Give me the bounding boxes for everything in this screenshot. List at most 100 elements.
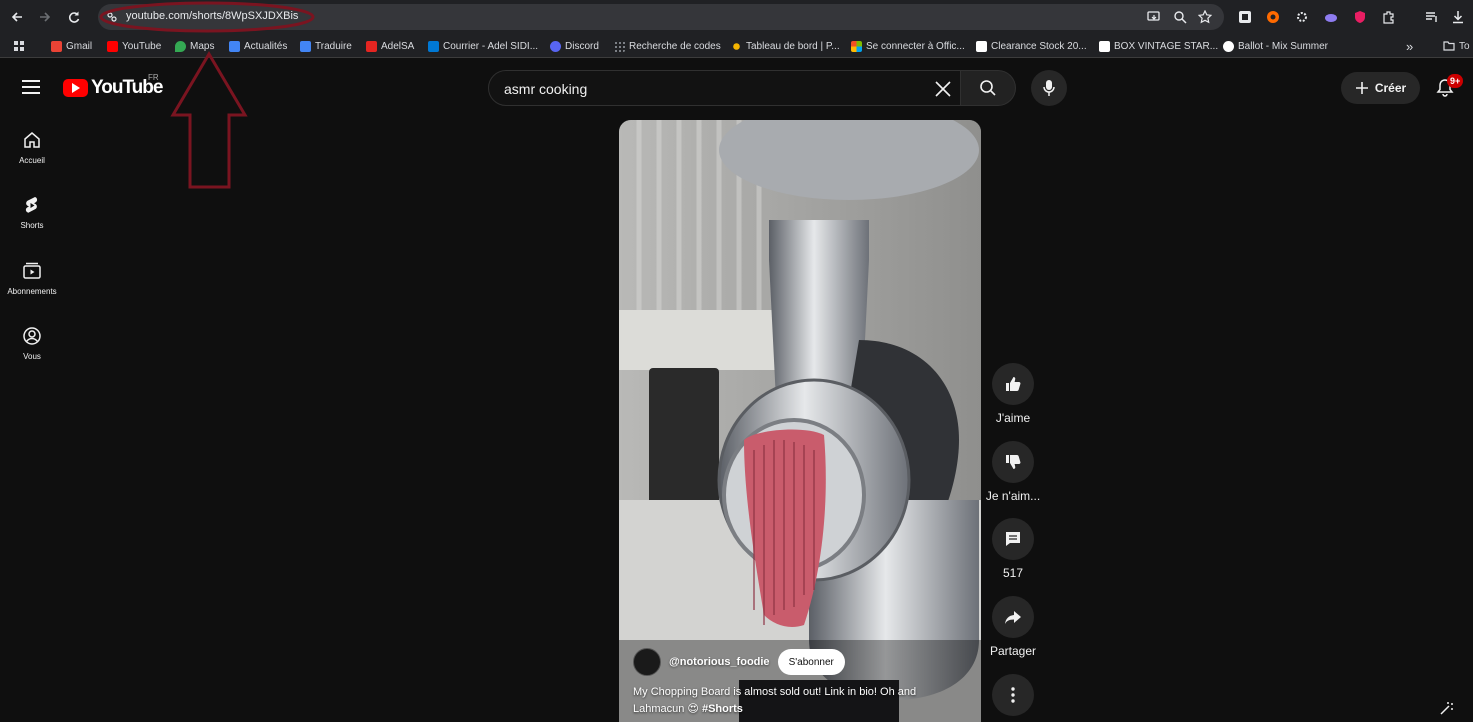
bookmarks-folder[interactable]: To xyxy=(1443,39,1470,53)
like-button[interactable] xyxy=(992,363,1034,405)
shorts-icon xyxy=(25,197,38,213)
address-bar[interactable]: youtube.com/shorts/8WpSXJDXBis xyxy=(98,4,1224,30)
bookmark-clearance[interactable]: Clearance Stock 20... xyxy=(976,39,1087,53)
dislike-action[interactable]: Je n'aim... xyxy=(985,441,1041,503)
bookmark-office[interactable]: Se connecter à Offic... xyxy=(851,39,965,53)
bookmark-discord[interactable]: Discord xyxy=(550,39,599,53)
arrow-right-icon xyxy=(40,12,51,22)
sidebar-item-shorts[interactable]: Shorts xyxy=(0,195,64,230)
search-query[interactable]: asmr cooking xyxy=(504,81,587,97)
bookmark-tableau-de-bord[interactable]: Tableau de bord | P... xyxy=(731,39,840,53)
bookmarks-overflow[interactable]: » xyxy=(1406,39,1413,54)
download-icon[interactable] xyxy=(1450,9,1466,25)
avatar[interactable] xyxy=(633,648,661,676)
country-code: FR xyxy=(148,73,159,82)
comment-icon xyxy=(1006,532,1020,546)
microsoft-icon xyxy=(851,40,862,52)
outlook-icon xyxy=(428,40,439,52)
extensions-puzzle-icon[interactable] xyxy=(1381,9,1397,25)
apps-grid-icon[interactable] xyxy=(14,39,25,53)
more-action[interactable] xyxy=(985,674,1041,716)
discord-icon xyxy=(550,40,561,52)
share-button[interactable] xyxy=(992,596,1034,638)
install-app-icon[interactable] xyxy=(1146,9,1162,25)
forward-button[interactable] xyxy=(36,8,54,26)
like-action[interactable]: J'aime xyxy=(985,363,1041,425)
bookmark-box-vintage[interactable]: BOX VINTAGE STAR... xyxy=(1099,39,1218,53)
dots-icon xyxy=(614,40,625,52)
bookmark-adelsa[interactable]: AdelSA xyxy=(366,39,414,53)
search-button[interactable] xyxy=(961,70,1016,106)
arrow-left-icon xyxy=(11,12,22,22)
extension-purple-icon[interactable] xyxy=(1323,9,1339,25)
extension-gear-icon[interactable] xyxy=(1294,9,1310,25)
microphone-icon xyxy=(1043,80,1055,96)
url-text[interactable]: youtube.com/shorts/8WpSXJDXBis xyxy=(126,10,298,22)
music-icon xyxy=(1223,40,1234,52)
translate-icon xyxy=(300,40,311,52)
box-icon xyxy=(1099,40,1110,52)
news-icon xyxy=(229,40,240,52)
bookmark-traduire[interactable]: Traduire xyxy=(300,39,352,53)
comments-action[interactable]: 517 xyxy=(985,518,1041,580)
folder-icon xyxy=(1443,41,1455,51)
back-button[interactable] xyxy=(8,8,26,26)
browser-toolbar: youtube.com/shorts/8WpSXJDXBis xyxy=(0,0,1473,34)
brave-extension-icon[interactable] xyxy=(1265,9,1281,25)
close-icon[interactable] xyxy=(933,79,953,99)
subscribe-button[interactable]: S'abonner xyxy=(777,649,845,675)
caption-text: My Chopping Board is almost sold out! Li… xyxy=(633,686,917,715)
reload-button[interactable] xyxy=(65,8,83,26)
more-vertical-icon xyxy=(1011,687,1015,703)
bookmark-maps[interactable]: Maps xyxy=(175,39,214,53)
star-sparkle-icon xyxy=(733,42,740,50)
video-caption: My Chopping Board is almost sold out! Li… xyxy=(633,684,963,718)
youtube-play-icon xyxy=(63,79,88,97)
bookmarks-bar: Gmail YouTube Maps Actualités Traduire A… xyxy=(0,34,1473,58)
bookmark-courrier[interactable]: Courrier - Adel SIDI... xyxy=(428,39,538,53)
bookmark-actualites[interactable]: Actualités xyxy=(229,39,287,53)
hashtag-link[interactable]: #Shorts xyxy=(702,703,743,715)
bookmark-youtube[interactable]: YouTube xyxy=(107,39,161,53)
media-queue-icon[interactable] xyxy=(1424,9,1440,25)
sidebar-item-accueil[interactable]: Accueil xyxy=(0,130,64,165)
create-button[interactable]: Créer xyxy=(1341,72,1420,104)
dislike-button[interactable] xyxy=(992,441,1034,483)
share-arrow-icon xyxy=(1005,611,1021,624)
video-frame xyxy=(619,120,981,722)
box-icon xyxy=(976,40,987,52)
subscriptions-icon xyxy=(23,262,41,279)
adelsa-icon xyxy=(366,40,377,52)
comments-button[interactable] xyxy=(992,518,1034,560)
search-input[interactable]: asmr cooking xyxy=(488,70,961,106)
voice-search-button[interactable] xyxy=(1031,70,1067,106)
youtube-page: YouTube FR asmr cooking Créer 9+ Accueil… xyxy=(0,58,1473,722)
extension-shield-icon[interactable] xyxy=(1352,9,1368,25)
channel-name[interactable]: @notorious_foodie xyxy=(669,656,770,668)
maps-icon xyxy=(175,40,186,52)
site-info-icon[interactable] xyxy=(106,11,118,23)
you-icon xyxy=(23,327,41,345)
magic-wand-icon[interactable] xyxy=(1439,700,1455,716)
sidebar-item-vous[interactable]: Vous xyxy=(0,326,64,361)
bookmark-gmail[interactable]: Gmail xyxy=(51,39,92,53)
gmail-icon xyxy=(51,40,62,52)
bookmark-star-icon[interactable] xyxy=(1197,9,1213,25)
channel-row: @notorious_foodie S'abonner xyxy=(633,648,845,676)
share-action[interactable]: Partager xyxy=(985,596,1041,658)
short-video-player[interactable]: @notorious_foodie S'abonner My Chopping … xyxy=(619,120,981,722)
home-icon xyxy=(24,132,40,148)
bookmark-ballot[interactable]: Ballot - Mix Summer xyxy=(1223,39,1328,53)
notification-badge: 9+ xyxy=(1447,74,1464,88)
bookmark-recherche-codes[interactable]: Recherche de codes xyxy=(614,39,721,53)
zoom-icon[interactable] xyxy=(1172,9,1188,25)
reload-icon xyxy=(68,11,80,23)
menu-icon[interactable] xyxy=(22,80,40,94)
extension-1-icon[interactable] xyxy=(1237,9,1253,25)
sidebar-item-abonnements[interactable]: Abonnements xyxy=(0,261,64,296)
youtube-icon xyxy=(107,40,118,52)
plus-icon xyxy=(1355,82,1368,94)
thumbs-up-icon xyxy=(1006,377,1021,391)
more-options-button[interactable] xyxy=(992,674,1034,716)
search-icon xyxy=(980,80,996,96)
